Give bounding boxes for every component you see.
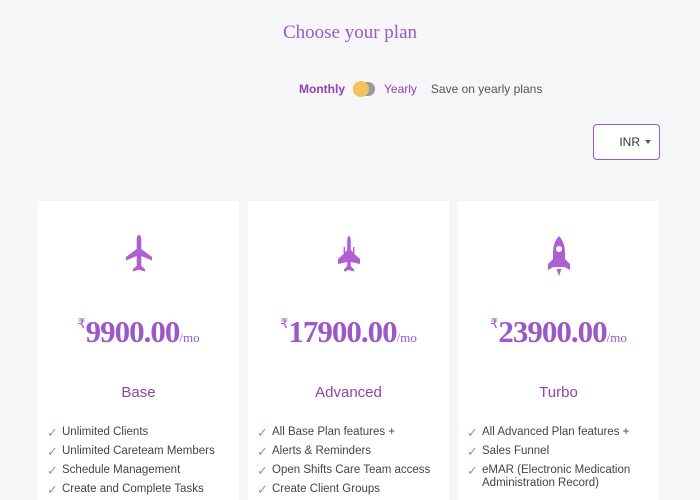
feature-text: eMAR (Electronic Medication Administrati… [482,464,631,489]
check-icon: ✓ [257,425,268,440]
feature-text: All Advanced Plan features + [482,426,630,438]
feature-text: Unlimited Careteam Members [62,445,215,457]
check-icon: ✓ [47,463,58,478]
billing-toggle[interactable] [353,81,375,97]
currency-select[interactable]: INR [593,124,660,160]
check-icon: ✓ [47,482,58,497]
currency-symbol: ₹ [77,316,86,331]
plan-price: ₹23900.00/mo [458,314,659,350]
price-amount: 17900.00 [288,314,397,349]
plane-icon [38,233,239,279]
feature-text: Create Client Groups [272,483,381,495]
check-icon: ✓ [47,444,58,459]
feature-item: ✓ Open Shifts Care Team access [257,464,445,477]
billing-period-switch: Monthly Yearly Save on yearly plans [299,80,542,98]
feature-list: ✓ All Advanced Plan features + ✓ Sales Fun… [467,426,655,496]
check-icon: ✓ [257,463,268,478]
check-icon: ✓ [467,444,478,459]
plan-name: Base [121,384,156,401]
plan-name: Advanced [315,384,382,401]
price-amount: 9900.00 [85,314,181,349]
plan-price: ₹17900.00/mo [248,314,449,350]
feature-item: ✓ Unlimited Clients [47,426,235,439]
feature-item: ✓ Create Client Groups [257,483,445,496]
yearly-option[interactable]: Yearly [384,82,417,96]
check-icon: ✓ [257,444,268,459]
feature-item: ✓ Schedule Management [47,464,235,477]
plan-card-base[interactable]: ₹9900.00/mo Base ✓ Unlimited Clients ✓ Unl… [38,201,239,500]
feature-text: All Base Plan features + [272,426,396,438]
feature-list: ✓ Unlimited Clients ✓ Unlimited Careteam M… [47,426,235,500]
price-period: /mo [396,330,417,345]
check-icon: ✓ [467,425,478,440]
feature-item: ✓ All Advanced Plan features + [467,426,655,439]
feature-text: Unlimited Clients [62,426,149,438]
feature-item: ✓ Sales Funnel [467,445,655,458]
jet-icon [248,233,449,279]
feature-item: ✓ Alerts & Reminders [257,445,445,458]
check-icon: ✓ [47,425,58,440]
check-icon: ✓ [467,463,478,478]
feature-list: ✓ All Base Plan features + ✓ Alerts & Remi… [257,426,445,500]
save-note: Save on yearly plans [430,82,543,96]
plan-price: ₹9900.00/mo [38,314,239,350]
price-amount: 23900.00 [498,314,607,349]
price-period: /mo [606,330,627,345]
feature-text: Sales Funnel [482,445,550,457]
feature-item: ✓ All Base Plan features + [257,426,445,439]
feature-item: ✓ Create and Complete Tasks [47,483,235,496]
feature-item: ✓ eMAR (Electronic Medication Administrat… [467,464,655,490]
plan-card-turbo[interactable]: ₹23900.00/mo Turbo ✓ All Advanced Plan fe… [458,201,659,500]
feature-text: Open Shifts Care Team access [272,464,431,476]
feature-text: Alerts & Reminders [272,445,372,457]
check-icon: ✓ [257,482,268,497]
page-title: Choose your plan [282,22,418,43]
feature-text: Create and Complete Tasks [62,483,204,495]
monthly-option[interactable]: Monthly [299,82,345,96]
plan-card-advanced[interactable]: ₹17900.00/mo Advanced ✓ All Base Plan fea… [248,201,449,500]
toggle-knob [353,81,369,97]
rocket-icon [458,233,659,279]
price-period: /mo [179,330,200,345]
feature-item: ✓ Unlimited Careteam Members [47,445,235,458]
plan-name: Turbo [539,384,578,401]
feature-text: Schedule Management [62,464,181,476]
currency-value: INR [619,135,640,149]
caret-down-icon [645,140,651,144]
